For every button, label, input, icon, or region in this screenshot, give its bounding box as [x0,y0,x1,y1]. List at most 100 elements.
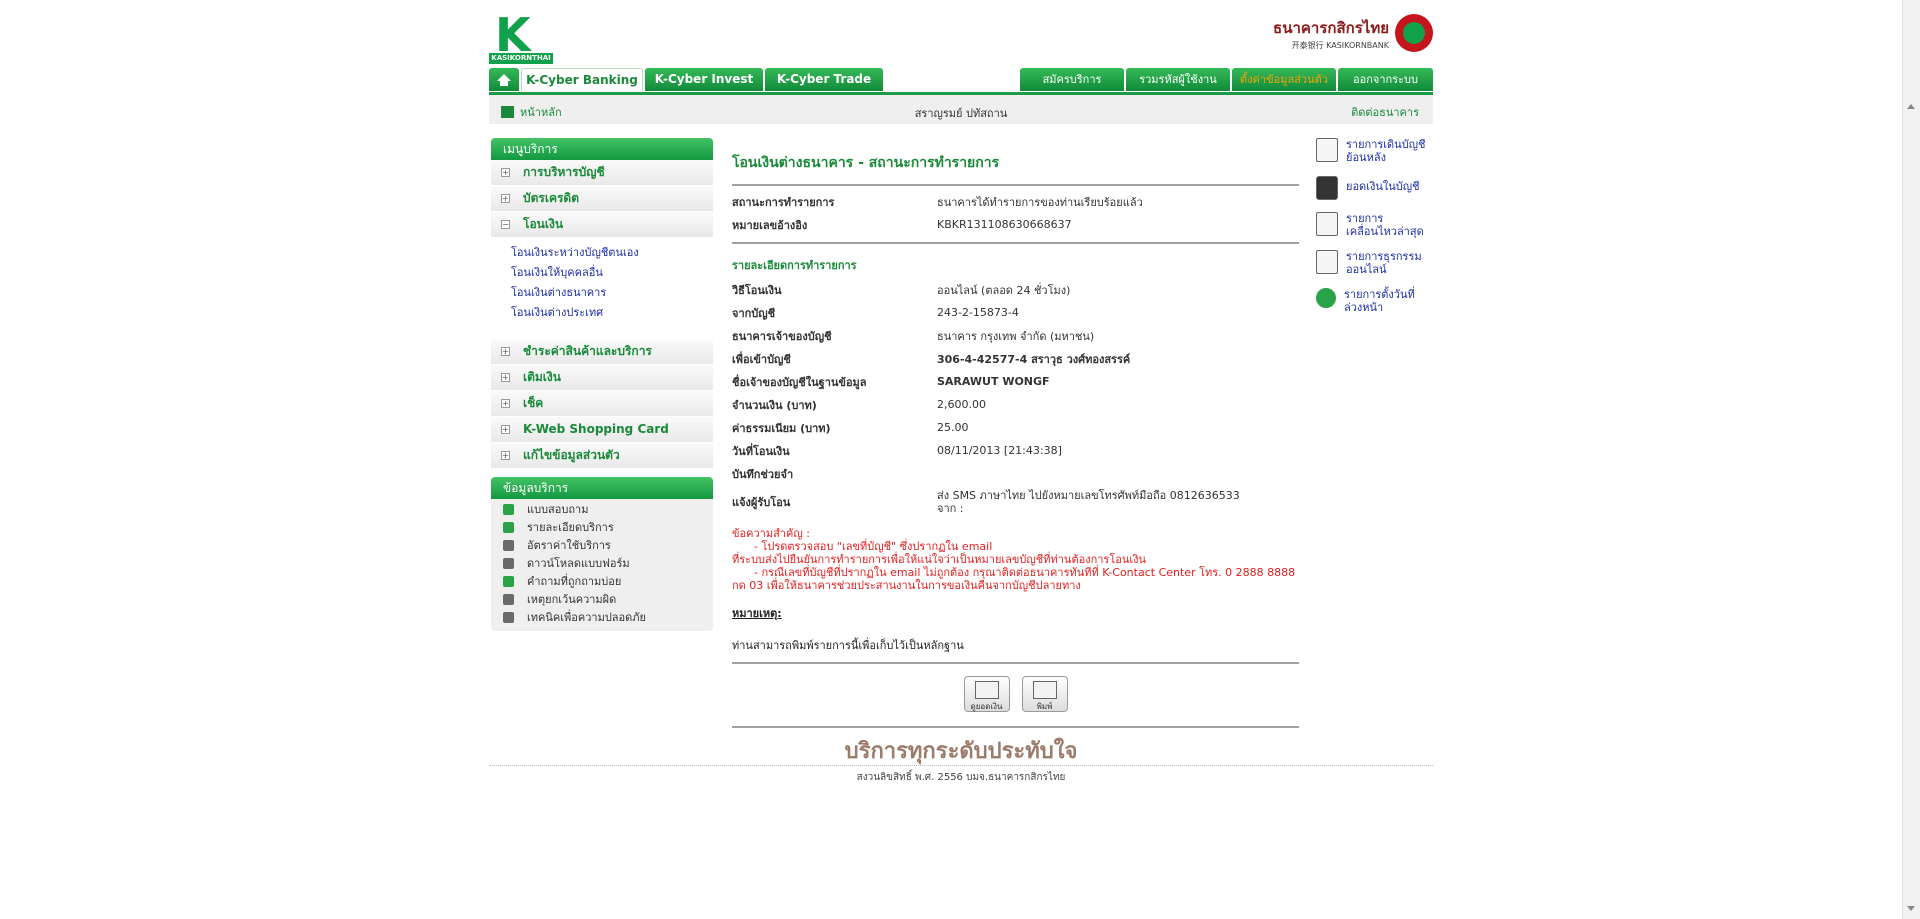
collapse-icon: − [501,220,510,229]
combine-user-link[interactable]: รวมรหัสผู้ใช้งาน [1126,68,1230,91]
lock-icon [503,612,514,623]
detail-label: วันที่โอนเงิน [732,444,790,458]
logout-link[interactable]: ออกจากระบบ [1338,68,1433,91]
notice-line: ที่ระบบส่งไปยืนยันการทำรายการเพื่อให้แน่… [732,553,1147,566]
info-faq[interactable]: คำถามที่ถูกถามบ่อย [491,573,713,591]
quick-link-scheduled[interactable]: รายการตั้งวันที่ล่วงหน้า [1316,288,1426,314]
info-disclaimer[interactable]: เหตุยกเว้นความผิด [491,591,713,609]
menu-top-up[interactable]: + เติมเงิน [491,365,713,391]
button-label: พิมพ์ [1036,702,1053,711]
menu-account-management[interactable]: + การบริหารบัญชี [491,160,713,186]
menu-label: เช็ค [523,396,544,410]
quick-link-recent[interactable]: รายการเคลื่อนไหวล่าสุด [1316,212,1426,238]
notice-line: - กรณีเลขที่บัญชีที่ปรากฏใน email ไม่ถูก… [754,566,1296,579]
menu-label: เติมเงิน [523,370,561,384]
scroll-down-icon[interactable] [1907,906,1915,911]
status-row: สถานะการทำรายการ ธนาคารได้ทำรายการของท่าน… [732,190,1299,213]
detail-value: SARAWUT WONGF [937,375,1050,388]
footer-divider [489,765,1433,766]
service-menu: เมนูบริการ + การบริหารบัญชี + บัตรเครดิต −… [491,138,713,631]
quick-link-online[interactable]: รายการธุรกรรมออนไลน์ [1316,250,1426,276]
menu-label: บัตรเครดิต [523,191,580,205]
submenu-international[interactable]: โอนเงินต่างประเทศ [511,303,713,323]
menu-transfer[interactable]: − โอนเงิน [491,212,713,238]
menu-label: การบริหารบัญชี [523,165,605,179]
expand-icon: + [501,194,510,203]
menu-label: โอนเงิน [523,217,564,231]
details-section-title: รายละเอียดการทำรายการ [732,259,857,272]
quick-link-statement[interactable]: รายการเดินบัญชีย้อนหลัง [1316,138,1426,164]
detail-row-memo: บันทึกช่วยจำ [732,462,1299,485]
tab-k-cyber-banking[interactable]: K-Cyber Banking [521,68,643,91]
menu-bill-payment[interactable]: + ชำระค่าสินค้าและบริการ [491,339,713,365]
page-title: โอนเงินต่างธนาคาร - สถานะการทำรายการ [732,138,1299,186]
info-label: เหตุยกเว้นความผิด [527,593,617,606]
view-balance-button[interactable]: ดูยอดเงิน [963,676,1010,712]
bank-seal-icon [1395,14,1433,52]
page-wrapper: K KASIKORNTHAI ธนาคารกสิกรไทย 开泰银行 KASIK… [489,0,1433,919]
note-text: ท่านสามารถพิมพ์รายการนี้เพื่อเก็บไว้เป็น… [732,636,1299,664]
service-info-list: แบบสอบถาม รายละเอียดบริการ อัตราค่าใช้บร… [491,499,713,631]
submenu-other-person[interactable]: โอนเงินให้บุคคลอื่น [511,263,713,283]
home-tab[interactable] [489,68,519,91]
kasikornthai-logo[interactable]: K KASIKORNTHAI [489,10,553,64]
quick-link-label: ยอดเงินในบัญชี [1346,180,1420,193]
notice-line: - โปรดตรวจสอบ "เลขที่บัญชี" ซึ่งปรากฏใน … [754,540,993,553]
notify-value: ส่ง SMS ภาษาไทย ไปยังหมายเลขโทรศัพท์มือถ… [937,489,1240,502]
menu-credit-card[interactable]: + บัตรเครดิต [491,186,713,212]
info-service-details[interactable]: รายละเอียดบริการ [491,519,713,537]
detail-label: จากบัญชี [732,306,776,320]
quick-link-label: รายการธุรกรรมออนไลน์ [1346,250,1422,276]
divider [732,242,1299,244]
expand-icon: + [501,168,510,177]
register-link[interactable]: สมัครบริการ [1020,68,1124,91]
menu-shopping-card[interactable]: + K-Web Shopping Card [491,417,713,443]
submenu-own-account[interactable]: โอนเงินระหว่างบัญชีตนเอง [511,243,713,263]
detail-label: จำนวนเงิน (บาท) [732,398,817,412]
info-download-forms[interactable]: ดาวน์โหลดแบบฟอร์ม [491,555,713,573]
vertical-scrollbar[interactable] [1902,0,1920,919]
tab-k-cyber-trade[interactable]: K-Cyber Trade [765,68,883,91]
detail-value: ธนาคาร กรุงเทพ จำกัด (มหาชน) [937,329,1095,343]
menu-edit-profile[interactable]: + แก้ไขข้อมูลส่วนตัว [491,443,713,469]
info-label: คำถามที่ถูกถามบ่อย [527,575,622,588]
transfer-submenu: โอนเงินระหว่างบัญชีตนเอง โอนเงินให้บุคคล… [491,238,713,339]
expand-icon: + [501,425,510,434]
info-label: เทคนิคเพื่อความปลอดภัย [527,611,646,624]
action-buttons: ดูยอดเงิน พิมพ์ [732,664,1299,728]
notice-line: กด 03 เพื่อให้ธนาคารช่วยประสานงานในการขอ… [732,579,1081,592]
detail-row-bank: ธนาคารเจ้าของบัญชี ธนาคาร กรุงเทพ จำกัด (… [732,324,1299,347]
tab-k-cyber-invest[interactable]: K-Cyber Invest [645,68,763,91]
calculator-icon [503,540,514,551]
personal-settings-link[interactable]: ตั้งค่าข้อมูลส่วนตัว [1232,68,1336,91]
info-security[interactable]: เทคนิคเพื่อความปลอดภัย [491,609,713,627]
submenu-other-bank[interactable]: โอนเงินต่างธนาคาร [511,283,713,303]
scroll-up-icon[interactable] [1907,104,1915,109]
document-icon [1316,138,1338,162]
menu-label: แก้ไขข้อมูลส่วนตัว [523,448,620,462]
detail-value: 243-2-15873-4 [937,306,1019,319]
contact-bank-link[interactable]: ติดต่อธนาคาร [1351,103,1419,121]
magnifier-icon [974,681,999,699]
detail-label: เพื่อเข้าบัญชี [732,352,791,366]
button-label: ดูยอดเงิน [970,702,1003,711]
ref-label: หมายเลขอ้างอิง [732,218,808,232]
menu-cheque[interactable]: + เช็ค [491,391,713,417]
detail-row-fee: ค่าธรรมเนียม (บาท) 25.00 [732,416,1299,439]
info-survey[interactable]: แบบสอบถาม [491,501,713,519]
notify-from: จาก : [937,502,964,515]
info-fees[interactable]: อัตราค่าใช้บริการ [491,537,713,555]
detail-row-owner: ชื่อเจ้าของบัญชีในฐานข้อมูล SARAWUT WONGF [732,370,1299,393]
detail-row-amount: จำนวนเงิน (บาท) 2,600.00 [732,393,1299,416]
home-icon [497,74,511,86]
bank-name-en: 开泰银行 KASIKORNBANK [1291,40,1389,50]
quick-link-balance[interactable]: ยอดเงินในบัญชี [1316,176,1426,200]
info-label: รายละเอียดบริการ [527,521,614,534]
detail-value: 25.00 [937,421,969,434]
detail-label: ชื่อเจ้าของบัญชีในฐานข้อมูล [732,375,867,389]
print-button[interactable]: พิมพ์ [1021,676,1068,712]
menu-label: ชำระค่าสินค้าและบริการ [523,344,652,358]
detail-value: 08/11/2013 [21:43:38] [937,444,1062,457]
sub-bar: หน้าหลัก สราญรมย์ ปทัสถาน ติดต่อธนาคาร [489,92,1433,124]
printer-icon [1032,681,1057,699]
